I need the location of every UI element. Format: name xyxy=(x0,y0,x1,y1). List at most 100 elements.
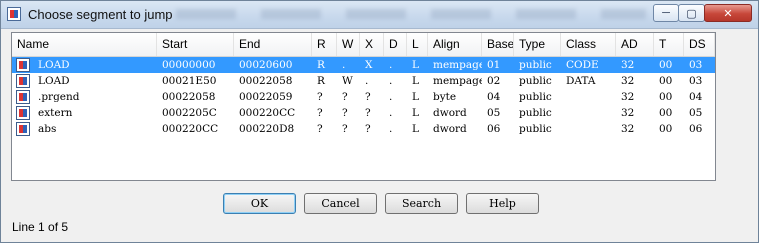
cell-start: 00022058 xyxy=(162,91,216,103)
cell-class xyxy=(561,105,616,121)
cell-class: CODE xyxy=(566,59,599,71)
cell-x: . xyxy=(365,75,369,87)
column-header-end[interactable]: End xyxy=(234,33,312,56)
maximize-button[interactable]: ▢ xyxy=(678,4,705,22)
cell-d: . xyxy=(389,59,393,71)
segment-list[interactable]: Name Start End R W X D L Align Base Type Class AD T DS… xyxy=(11,32,716,181)
table-row[interactable]: abs 000220CC 000220D8???. Ldword 06 public 32 0… xyxy=(12,121,715,137)
window-title: Choose segment to jump xyxy=(28,7,173,22)
column-header-t[interactable]: T xyxy=(654,33,684,56)
cell-end: 00022059 xyxy=(239,91,293,103)
cell-l: L xyxy=(412,91,419,103)
cell-end: 000220CC xyxy=(239,107,296,119)
cell-t: 00 xyxy=(659,91,673,103)
cell-name: LOAD xyxy=(38,75,70,87)
list-header: Name Start End R W X D L Align Base Type Class AD T DS xyxy=(12,33,715,57)
column-header-type[interactable]: Type xyxy=(514,33,561,56)
column-header-class[interactable]: Class xyxy=(561,33,616,56)
cell-type: public xyxy=(519,59,552,71)
cell-d: . xyxy=(389,91,393,103)
cell-l: L xyxy=(412,75,419,87)
cell-ds: 03 xyxy=(689,75,703,87)
cell-r: R xyxy=(317,75,325,87)
help-button[interactable]: Help xyxy=(466,193,539,214)
cell-ds: 03 xyxy=(689,59,703,71)
cell-class: DATA xyxy=(566,75,596,87)
minimize-button[interactable]: ─ xyxy=(653,4,679,22)
cell-w: . xyxy=(342,59,346,71)
column-header-x[interactable]: X xyxy=(360,33,384,56)
table-row[interactable]: LOAD 00000000 00020600 R. X. Lmempage 01 public… xyxy=(12,57,715,73)
cell-ds: 06 xyxy=(689,123,703,135)
table-row[interactable]: LOAD 00021E50 00022058 R W.. Lmempage 02 public… xyxy=(12,73,715,89)
cell-align: dword xyxy=(433,123,467,135)
column-header-d[interactable]: D xyxy=(384,33,407,56)
app-icon xyxy=(7,7,21,21)
column-header-name[interactable]: Name xyxy=(12,33,157,56)
cell-l: L xyxy=(412,59,419,71)
column-header-w[interactable]: W xyxy=(337,33,360,56)
column-header-start[interactable]: Start xyxy=(157,33,234,56)
cell-type: public xyxy=(519,107,552,119)
cell-start: 0002205C xyxy=(162,107,217,119)
cell-name: abs xyxy=(38,123,57,135)
cell-l: L xyxy=(412,107,419,119)
ok-button[interactable]: OK xyxy=(223,193,296,214)
cell-class xyxy=(561,121,616,137)
cell-t: 00 xyxy=(659,59,673,71)
segment-icon xyxy=(16,106,30,120)
cell-w: W xyxy=(342,75,353,87)
cell-ad: 32 xyxy=(621,75,635,87)
cell-d: . xyxy=(389,123,393,135)
cell-w: ? xyxy=(342,107,348,119)
cell-x: ? xyxy=(365,91,371,103)
column-header-r[interactable]: R xyxy=(312,33,337,56)
cell-end: 000220D8 xyxy=(239,123,295,135)
close-icon: ✕ xyxy=(723,7,733,20)
cell-t: 00 xyxy=(659,123,673,135)
cell-end: 00020600 xyxy=(239,59,293,71)
column-header-ad[interactable]: AD xyxy=(616,33,654,56)
segment-icon xyxy=(16,74,30,88)
cell-w: ? xyxy=(342,91,348,103)
column-header-align[interactable]: Align xyxy=(428,33,482,56)
cell-d: . xyxy=(389,75,393,87)
title-bar[interactable]: Choose segment to jump ─ ▢ ✕ xyxy=(1,1,758,29)
cell-ad: 32 xyxy=(621,107,635,119)
choose-segment-dialog: Choose segment to jump ─ ▢ ✕ Name Start En… xyxy=(0,0,759,243)
cell-base: 02 xyxy=(487,75,501,87)
table-row[interactable]: .prgend 00022058 00022059???. Lbyte 04 public… xyxy=(12,89,715,105)
cell-ad: 32 xyxy=(621,123,635,135)
close-button[interactable]: ✕ xyxy=(704,4,752,22)
cell-start: 00000000 xyxy=(162,59,216,71)
column-header-l[interactable]: L xyxy=(407,33,428,56)
table-row[interactable]: extern 0002205C 000220CC???. Ldword 05 public… xyxy=(12,105,715,121)
column-header-ds[interactable]: DS xyxy=(684,33,715,56)
cell-ds: 05 xyxy=(689,107,703,119)
cell-class xyxy=(561,89,616,105)
segment-icon xyxy=(16,122,30,136)
segment-icon xyxy=(16,58,30,72)
cell-r: R xyxy=(317,59,325,71)
cell-ds: 04 xyxy=(689,91,703,103)
cell-align: mempage xyxy=(433,59,482,71)
cell-w: ? xyxy=(342,123,348,135)
cancel-button[interactable]: Cancel xyxy=(304,193,377,214)
cell-l: L xyxy=(412,123,419,135)
column-header-base[interactable]: Base xyxy=(482,33,514,56)
search-button[interactable]: Search xyxy=(385,193,458,214)
cell-ad: 32 xyxy=(621,91,635,103)
cell-d: . xyxy=(389,107,393,119)
cell-name: .prgend xyxy=(38,91,80,103)
cell-r: ? xyxy=(317,91,323,103)
cell-align: mempage xyxy=(433,75,482,87)
cell-type: public xyxy=(519,75,552,87)
cell-r: ? xyxy=(317,123,323,135)
minimize-icon: ─ xyxy=(662,7,670,19)
cell-end: 00022058 xyxy=(239,75,293,87)
cell-x: ? xyxy=(365,107,371,119)
status-line: Line 1 of 5 xyxy=(12,220,69,234)
maximize-icon: ▢ xyxy=(686,7,697,20)
cell-start: 00021E50 xyxy=(162,75,217,87)
cell-align: dword xyxy=(433,107,467,119)
